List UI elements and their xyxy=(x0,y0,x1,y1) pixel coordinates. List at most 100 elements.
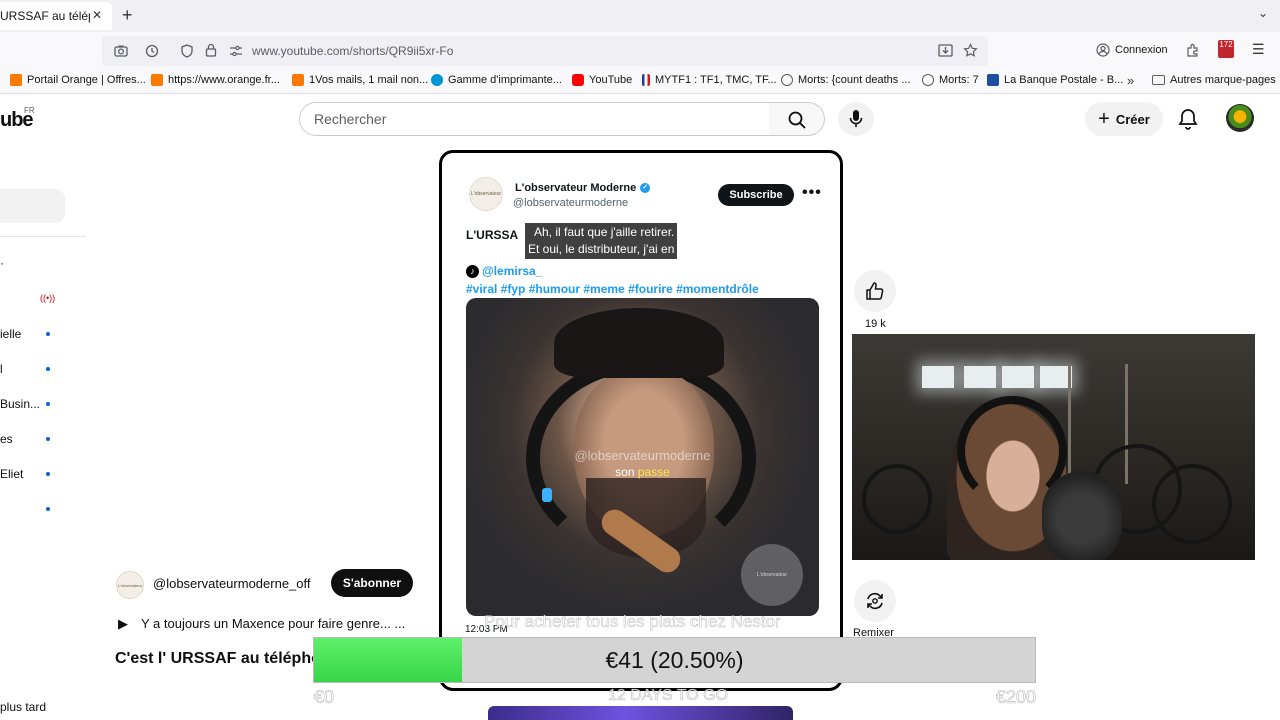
download-page-icon[interactable] xyxy=(938,43,953,61)
bookmark-item[interactable]: 1Vos mails, 1 mail non... xyxy=(292,74,428,86)
browser-tab-active[interactable]: URSSAF au téléphon ✕ xyxy=(0,2,112,30)
new-content-dot-icon xyxy=(46,367,50,371)
bookmark-star-icon[interactable] xyxy=(963,43,978,61)
history-icon[interactable] xyxy=(145,44,159,61)
donation-goal-text: €41 (20.50%) xyxy=(605,646,744,673)
remix-button[interactable] xyxy=(854,580,896,622)
next-short-thumbnail[interactable] xyxy=(488,706,793,720)
bookmark-item[interactable]: Morts: 7 xyxy=(922,74,979,86)
tweet-author-name: L'observateur Moderne ✓ xyxy=(515,182,651,194)
voice-search-button[interactable] xyxy=(838,102,874,136)
bookmark-item[interactable]: YouTube xyxy=(572,74,632,86)
headset-light xyxy=(542,488,552,502)
garage-window xyxy=(1002,366,1034,388)
youtube-favicon-icon xyxy=(572,74,584,86)
bookmark-item[interactable]: MYTF1 : TF1, TMC, TF... xyxy=(642,74,777,86)
browser-tabstrip: URSSAF au téléphon ✕ + ⌄ xyxy=(0,0,1280,32)
remix-icon xyxy=(867,592,883,610)
bookmark-item[interactable]: Portail Orange | Offres... xyxy=(10,74,146,86)
create-button[interactable]: + Créer xyxy=(1085,102,1163,136)
extensions-icon[interactable] xyxy=(1186,43,1200,60)
bookmark-item[interactable]: https://www.orange.fr... xyxy=(151,74,280,86)
subscribe-button[interactable]: S'abonner xyxy=(331,569,413,597)
account-connexion-button[interactable]: Connexion xyxy=(1096,43,1168,57)
banque-postale-favicon-icon xyxy=(987,74,999,86)
sidebar-divider xyxy=(0,236,86,237)
search-input[interactable]: Rechercher xyxy=(299,102,771,136)
caption-line: Et oui, le distributeur, j'ai en xyxy=(528,242,675,256)
channel-name[interactable]: @lobservateurmoderne_off xyxy=(153,576,311,591)
tab-list-chevron-icon[interactable]: ⌄ xyxy=(1258,6,1268,20)
shield-icon[interactable] xyxy=(180,44,194,61)
search-placeholder: Rechercher xyxy=(314,111,387,127)
tab-title: URSSAF au téléphon xyxy=(0,9,90,23)
bookmark-item[interactable]: La Banque Postale - B... xyxy=(987,74,1123,86)
garage-window xyxy=(964,366,996,388)
new-content-dot-icon xyxy=(46,437,50,441)
music-play-icon[interactable]: ▶ xyxy=(118,616,128,632)
sidebar-item-subscription[interactable]: l xyxy=(0,362,3,376)
bookmarks-bar: Portail Orange | Offres... https://www.o… xyxy=(0,70,1280,94)
tab-close-icon[interactable]: ✕ xyxy=(92,8,102,22)
tweet-hashtags: #viral #fyp #humour #meme #fourire #mome… xyxy=(466,282,759,296)
sidebar-item-subscription[interactable]: es xyxy=(0,432,13,446)
globe-icon xyxy=(922,74,934,86)
globe-icon xyxy=(781,74,793,86)
other-bookmarks-folder[interactable]: Autres marque-pages xyxy=(1152,74,1276,86)
tf1-favicon-icon xyxy=(642,74,650,86)
live-broadcast-icon: ((•)) xyxy=(40,293,56,303)
app-menu-icon[interactable]: ☰ xyxy=(1252,41,1265,58)
account-icon xyxy=(1096,43,1110,57)
tiktok-icon: ♪ xyxy=(466,264,479,278)
caption-line: Ah, il faut que j'aille retirer. xyxy=(534,225,675,239)
orange-favicon-icon xyxy=(10,74,22,86)
lock-icon[interactable] xyxy=(205,43,217,60)
streamer-webcam-overlay xyxy=(852,334,1255,560)
person-hair xyxy=(554,308,724,378)
new-content-dot-icon xyxy=(46,332,50,336)
music-title[interactable]: Y a toujours un Maxence pour faire genre… xyxy=(141,616,405,631)
search-icon xyxy=(788,111,806,129)
orange-favicon-icon xyxy=(151,74,163,86)
tweet-author-handle: @lobservateurmoderne xyxy=(513,197,629,209)
bookmark-item[interactable]: Gamme d'imprimante... xyxy=(431,74,562,86)
notifications-bell-icon[interactable] xyxy=(1178,108,1198,130)
stream-overlay-caption: Pour acheter tous les plats chez Nestor xyxy=(484,612,781,632)
tweet-subscribe-button: Subscribe xyxy=(718,184,794,206)
donation-goal-min: €0 xyxy=(314,687,335,708)
tweet-more-icon: ••• xyxy=(802,184,822,201)
url-bar[interactable]: www.youtube.com/shorts/QR9ii5xr-Fo xyxy=(102,36,988,66)
channel-watermark-logo: L'observateur xyxy=(741,544,803,606)
donation-goal-bar: €41 (20.50%) xyxy=(313,637,1036,683)
hp-favicon-icon xyxy=(431,74,443,86)
folder-icon xyxy=(1152,75,1165,85)
search-button[interactable] xyxy=(769,102,825,136)
user-avatar[interactable] xyxy=(1226,104,1254,132)
garage-window xyxy=(922,366,954,388)
thumbs-up-icon xyxy=(866,282,884,300)
video-watermark: @lobservateurmoderne xyxy=(574,448,711,463)
sidebar-item-subscription[interactable]: Busin... xyxy=(0,397,40,411)
sidebar-item-subscription[interactable]: Eliet xyxy=(0,467,23,481)
ublock-extension-icon[interactable]: 172 xyxy=(1218,40,1234,58)
screenshot-icon[interactable] xyxy=(114,44,128,61)
bookmark-item[interactable]: Morts: {count deaths ... xyxy=(781,74,911,86)
connexion-label: Connexion xyxy=(1115,44,1168,56)
new-content-dot-icon xyxy=(46,472,50,476)
video-progress-bar[interactable] xyxy=(442,688,581,691)
short-video-player[interactable]: L'observateur L'observateur Moderne ✓ @l… xyxy=(439,150,843,691)
more-bookmarks-chevron-icon[interactable]: » xyxy=(1127,73,1134,88)
channel-avatar[interactable]: L'observateur xyxy=(116,571,144,599)
new-content-dot-icon xyxy=(46,402,50,406)
create-label: Créer xyxy=(1115,111,1150,127)
permissions-icon[interactable] xyxy=(229,44,243,61)
sidebar-item-watch-later[interactable]: plus tard xyxy=(0,700,46,714)
sidebar-item-subscription[interactable]: ielle xyxy=(0,327,21,341)
url-text[interactable]: www.youtube.com/shorts/QR9ii5xr-Fo xyxy=(252,44,453,58)
like-button[interactable] xyxy=(854,270,896,312)
sidebar-active-item[interactable] xyxy=(0,189,65,223)
verified-badge-icon: ✓ xyxy=(640,183,651,193)
sidebar-item-fragment[interactable]: · xyxy=(0,256,4,270)
streamer-microphone xyxy=(1042,471,1122,560)
new-tab-icon[interactable]: + xyxy=(122,5,133,26)
